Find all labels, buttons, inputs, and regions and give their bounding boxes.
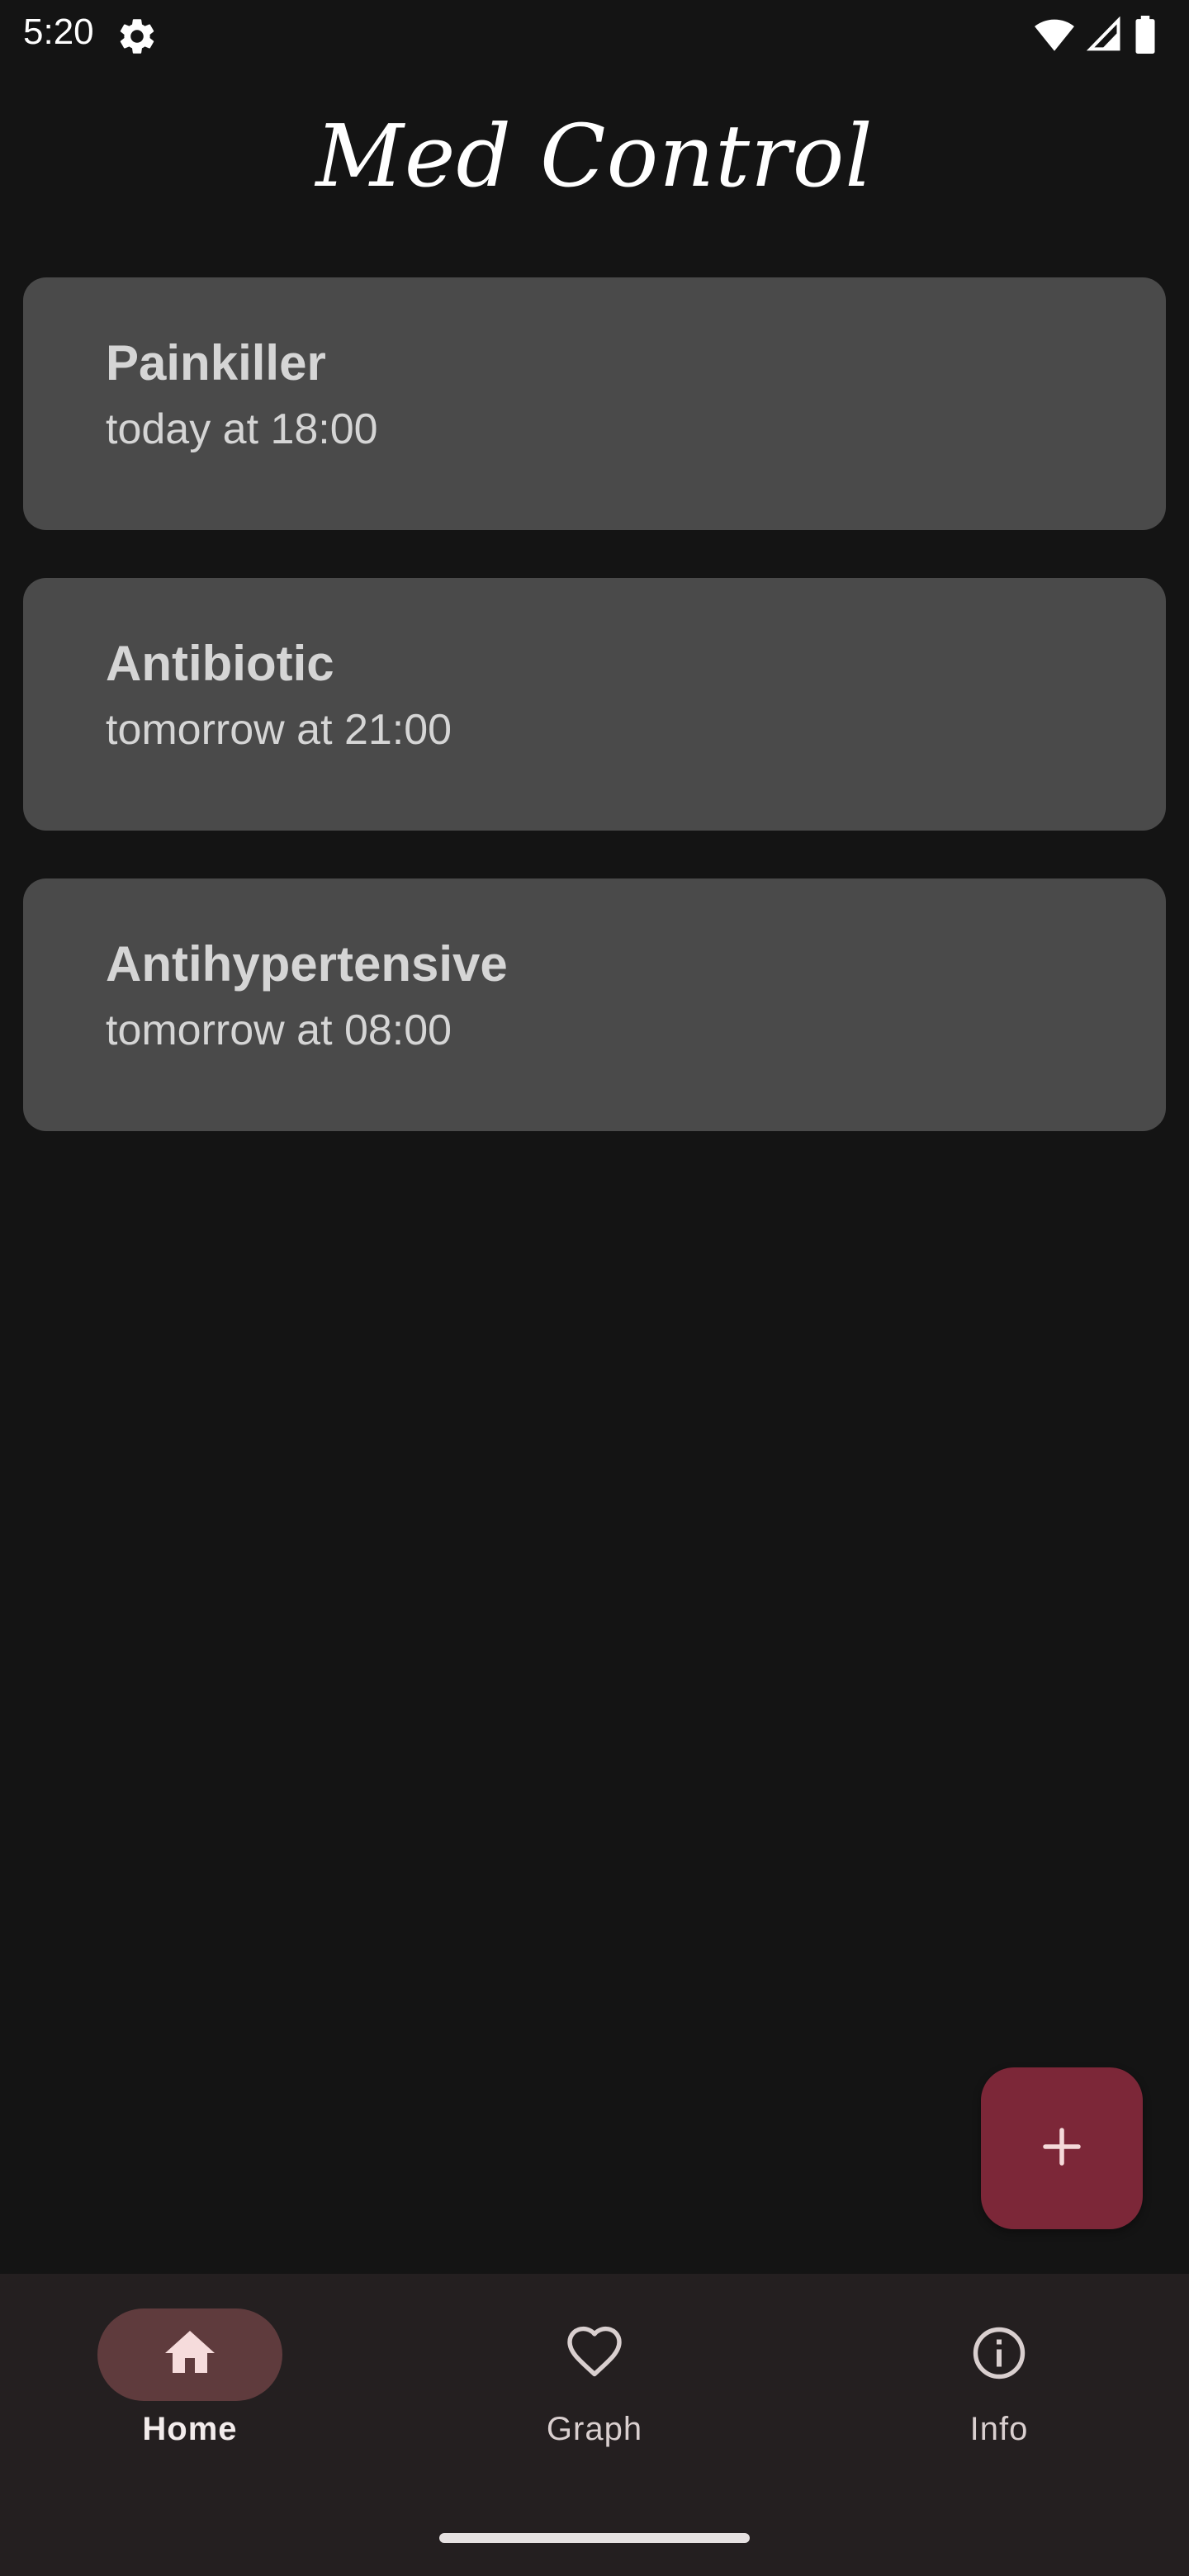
home-icon	[160, 2323, 220, 2387]
status-icons	[1034, 15, 1156, 54]
battery-icon	[1135, 16, 1156, 54]
heart-icon	[565, 2323, 624, 2387]
status-time: 5:20	[23, 12, 94, 52]
signal-icon	[1087, 17, 1123, 53]
add-medication-button[interactable]	[981, 2067, 1143, 2229]
bottom-navigation: Home Graph Info	[0, 2274, 1189, 2576]
app-title: Med Control	[315, 106, 874, 206]
medication-name: Painkiller	[106, 335, 326, 391]
nav-label-info: Info	[969, 2411, 1029, 2447]
medication-card[interactable]: Antihypertensive tomorrow at 08:00	[23, 878, 1166, 1131]
nav-item-graph[interactable]: Graph	[471, 2308, 718, 2474]
plus-icon	[1037, 2122, 1087, 2176]
medication-schedule: tomorrow at 08:00	[106, 1006, 452, 1054]
nav-active-indicator	[97, 2308, 282, 2401]
medication-card[interactable]: Antibiotic tomorrow at 21:00	[23, 578, 1166, 831]
status-bar: 5:20	[0, 0, 1189, 69]
medication-schedule: today at 18:00	[106, 405, 378, 453]
gesture-handle[interactable]	[439, 2533, 750, 2543]
nav-label-graph: Graph	[546, 2411, 643, 2447]
info-icon	[969, 2323, 1029, 2387]
medication-name: Antihypertensive	[106, 936, 508, 992]
medication-name: Antibiotic	[106, 636, 334, 691]
wifi-icon	[1034, 17, 1075, 53]
nav-item-info[interactable]: Info	[875, 2308, 1123, 2474]
medication-schedule: tomorrow at 21:00	[106, 706, 452, 754]
nav-label-home: Home	[142, 2411, 238, 2447]
gear-icon	[116, 15, 159, 58]
medication-card[interactable]: Painkiller today at 18:00	[23, 277, 1166, 530]
nav-item-home[interactable]: Home	[66, 2308, 314, 2474]
